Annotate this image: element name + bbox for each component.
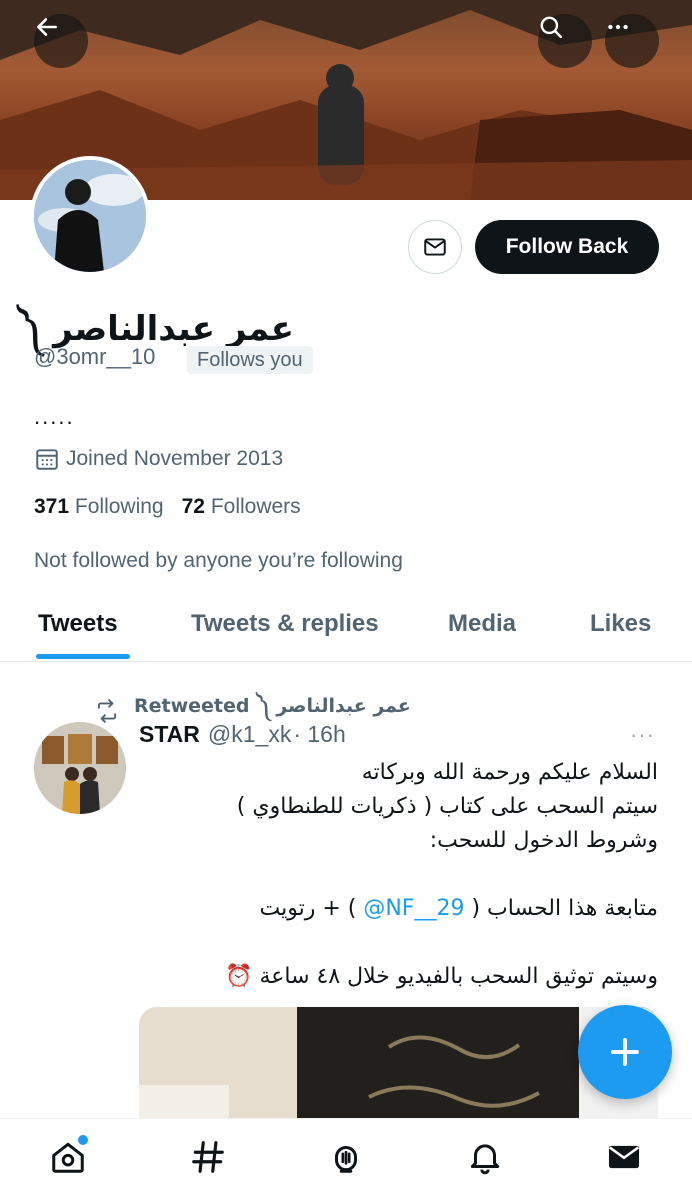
retweet-icon	[97, 699, 117, 723]
handle: @3omr__10	[34, 344, 156, 369]
nav-messages[interactable]	[604, 1137, 644, 1177]
bottom-navigation	[0, 1118, 692, 1200]
joined-date: Joined November 2013	[34, 446, 283, 472]
followers-count: 72	[181, 495, 205, 518]
arrow-left-icon	[37, 18, 57, 36]
tweet-line: وسيتم توثيق السحب بالفيديو خلال ٤٨ ساعة …	[225, 964, 658, 989]
tweet-line: السلام عليكم ورحمة الله وبركاته	[361, 760, 658, 785]
following-link[interactable]: 371 Following	[34, 495, 164, 519]
more-button[interactable]	[605, 14, 659, 68]
follow-back-button[interactable]: Follow Back	[475, 220, 659, 274]
follow-stats: 371 Following 72 Followers	[34, 495, 301, 519]
envelope-icon	[424, 238, 446, 256]
nav-explore[interactable]	[188, 1137, 228, 1177]
tweet-author-handle[interactable]: @k1_xk	[208, 721, 291, 748]
nav-spaces[interactable]	[326, 1137, 366, 1177]
message-button[interactable]	[408, 220, 462, 274]
compose-tweet-button[interactable]	[578, 1005, 672, 1099]
tweet-line-part: ) + رتويت	[259, 896, 357, 921]
tab-tweets[interactable]: Tweets	[38, 610, 118, 638]
following-label: Following	[74, 495, 164, 518]
followers-link[interactable]: 72 Followers	[182, 495, 301, 519]
profile-tabs: Tweets Tweets & replies Media Likes	[0, 596, 692, 662]
tab-tweets-replies[interactable]: Tweets & replies	[191, 610, 379, 638]
bio: .....	[34, 404, 75, 429]
nav-notifications[interactable]	[465, 1137, 505, 1177]
plus-icon	[611, 1038, 639, 1066]
tweet-line-part: متابعة هذا الحساب (	[471, 896, 658, 921]
spaces-icon	[334, 1146, 358, 1173]
joined-text: Joined November 2013	[66, 447, 284, 470]
active-tab-indicator	[36, 654, 130, 659]
tweet-text: السلام عليكم ورحمة الله وبركاته سيتم الس…	[138, 756, 658, 994]
hashtag-icon	[192, 1141, 224, 1173]
more-icon	[608, 24, 628, 30]
avatar[interactable]	[30, 156, 150, 276]
tweet-header: STAR @k1_xk · 16h	[139, 721, 346, 748]
tab-media[interactable]: Media	[448, 610, 516, 638]
tweet-avatar-image	[34, 722, 126, 814]
tweet-more-button[interactable]: ···	[630, 722, 655, 748]
search-button[interactable]	[538, 14, 592, 68]
following-count: 371	[34, 495, 70, 518]
mention-link[interactable]: @NF__29	[363, 896, 464, 921]
search-icon	[540, 16, 563, 39]
bell-icon	[470, 1144, 500, 1175]
notification-dot	[78, 1135, 88, 1145]
tweet-author-name[interactable]: STAR	[139, 721, 200, 748]
avatar-image	[34, 160, 146, 272]
follows-you-badge: Follows you	[187, 346, 313, 374]
tweet-line-mention: متابعة هذا الحساب ( @NF__29 ) + رتويت	[138, 892, 659, 926]
calendar-icon	[36, 449, 58, 470]
followers-label: Followers	[210, 495, 301, 518]
tweet-line: وشروط الدخول للسحب:	[429, 828, 658, 853]
tab-likes[interactable]: Likes	[590, 610, 651, 638]
tweet-time: · 16h	[293, 721, 346, 747]
back-button[interactable]	[34, 14, 88, 68]
mail-icon	[608, 1145, 640, 1169]
tweet-line: سيتم السحب على كتاب ( ذكريات للطنطاوي )	[236, 794, 658, 819]
not-followed-note: Not followed by anyone you’re following	[34, 549, 403, 572]
tweet-author-avatar[interactable]	[34, 722, 126, 814]
